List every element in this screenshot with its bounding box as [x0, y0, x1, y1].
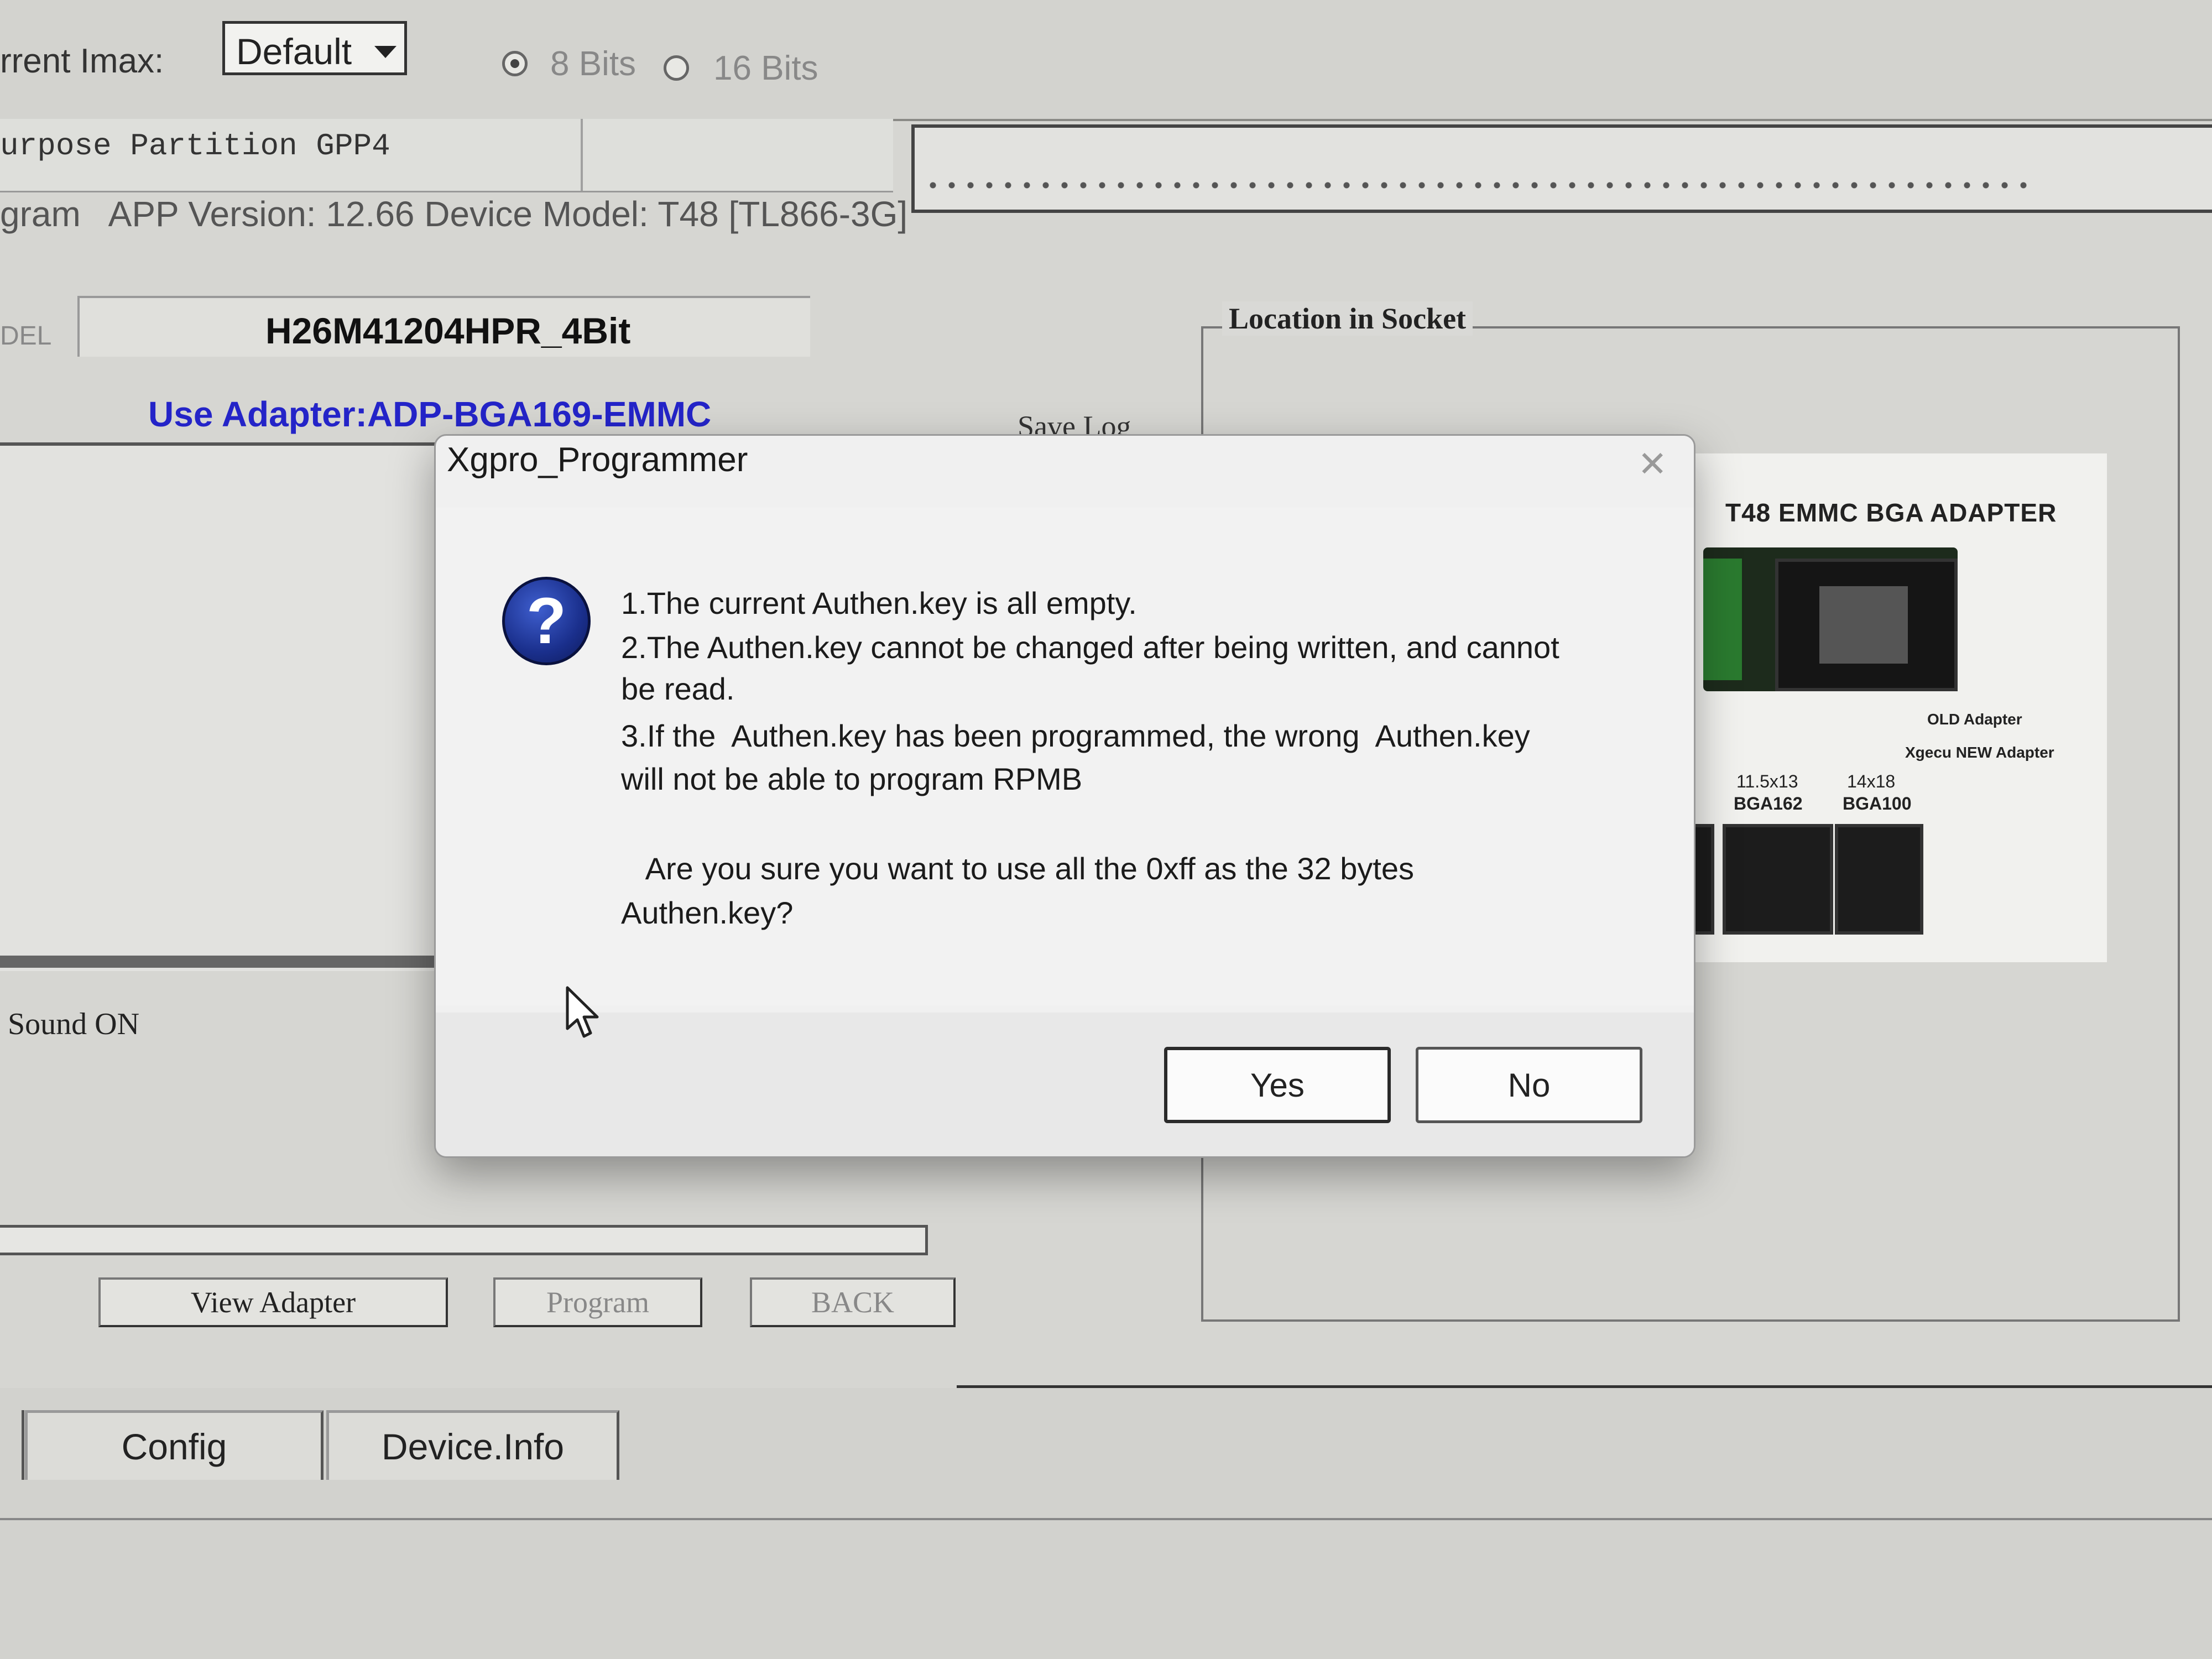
radio-16-bits[interactable] — [664, 55, 689, 81]
no-button[interactable]: No — [1416, 1047, 1642, 1123]
use-adapter-text: Use Adapter:ADP-BGA169-EMMC — [148, 394, 712, 434]
current-imax-label: rrent Imax: — [0, 42, 164, 80]
model-label: DEL — [0, 321, 52, 351]
message-question-line-2: Authen.key? — [621, 895, 794, 930]
log-panel-border — [0, 956, 437, 968]
radio-selected-dot — [510, 59, 519, 68]
dialog-title: Xgpro_Programmer — [447, 441, 748, 479]
new-adapter-label: Xgecu NEW Adapter — [1905, 744, 2054, 761]
close-icon[interactable]: ✕ — [1637, 444, 1667, 485]
mouse-cursor-icon — [566, 986, 599, 1038]
partition-label: urpose Partition GPP4 — [0, 128, 390, 164]
dotted-separator — [924, 180, 2030, 191]
message-line-1: 1.The current Authen.key is all empty. — [621, 586, 1137, 620]
message-line-4: 3.If the Authen.key has been programmed,… — [621, 718, 1530, 753]
tab-config[interactable]: Config — [25, 1410, 324, 1480]
adapter-chip-graphic — [1819, 586, 1908, 664]
bga162-chip — [1723, 824, 1833, 935]
tab-partial[interactable] — [0, 1410, 24, 1480]
yes-button[interactable]: Yes — [1164, 1047, 1391, 1123]
radio-8-bits-label: 8 Bits — [550, 45, 637, 83]
message-question-line-1: Are you sure you want to use all the 0xf… — [621, 851, 1415, 886]
imax-dropdown[interactable]: Default — [222, 21, 407, 75]
bga100-name: BGA100 — [1843, 794, 1912, 813]
message-line-2: 2.The Authen.key cannot be changed after… — [621, 630, 1559, 665]
bga100-chip — [1835, 824, 1923, 935]
bga-chip-partial — [1692, 824, 1714, 935]
program-button[interactable]: Program — [493, 1277, 702, 1327]
bga162-size: 11.5x13 — [1736, 771, 1798, 791]
confirmation-dialog: Xgpro_Programmer ✕ ? 1.The current Authe… — [434, 434, 1695, 1158]
log-panel — [0, 442, 437, 971]
message-line-5: will not be able to program RPMB — [621, 761, 1083, 796]
tab-baseline — [0, 1518, 2212, 1520]
adapter-image-title: T48 EMMC BGA ADAPTER — [1725, 498, 2057, 527]
right-info-box — [911, 124, 2212, 213]
chevron-down-icon — [374, 46, 397, 58]
location-in-socket-legend: Location in Socket — [1222, 301, 1473, 336]
radio-16-bits-label: 16 Bits — [713, 49, 818, 87]
progress-bar — [0, 1225, 928, 1255]
tab-device-info[interactable]: Device.Info — [326, 1410, 619, 1480]
view-adapter-button[interactable]: View Adapter — [98, 1277, 448, 1327]
adapter-pcb-graphic — [1703, 559, 1742, 680]
old-adapter-label: OLD Adapter — [1927, 711, 2022, 728]
column-divider — [581, 119, 583, 191]
imax-dropdown-value: Default — [236, 31, 352, 72]
sound-on-checkbox[interactable]: Sound ON — [8, 1006, 139, 1042]
bga100-size: 14x18 — [1847, 771, 1896, 791]
model-value: H26M41204HPR_4Bit — [265, 310, 631, 351]
app-version-status: gram APP Version: 12.66 Device Model: T4… — [0, 194, 908, 234]
question-icon: ? — [502, 577, 591, 665]
bga162-name: BGA162 — [1734, 794, 1803, 813]
dialog-body — [436, 508, 1694, 1005]
back-button[interactable]: BACK — [750, 1277, 956, 1327]
message-line-3: be read. — [621, 671, 735, 706]
radio-8-bits[interactable] — [502, 51, 528, 76]
